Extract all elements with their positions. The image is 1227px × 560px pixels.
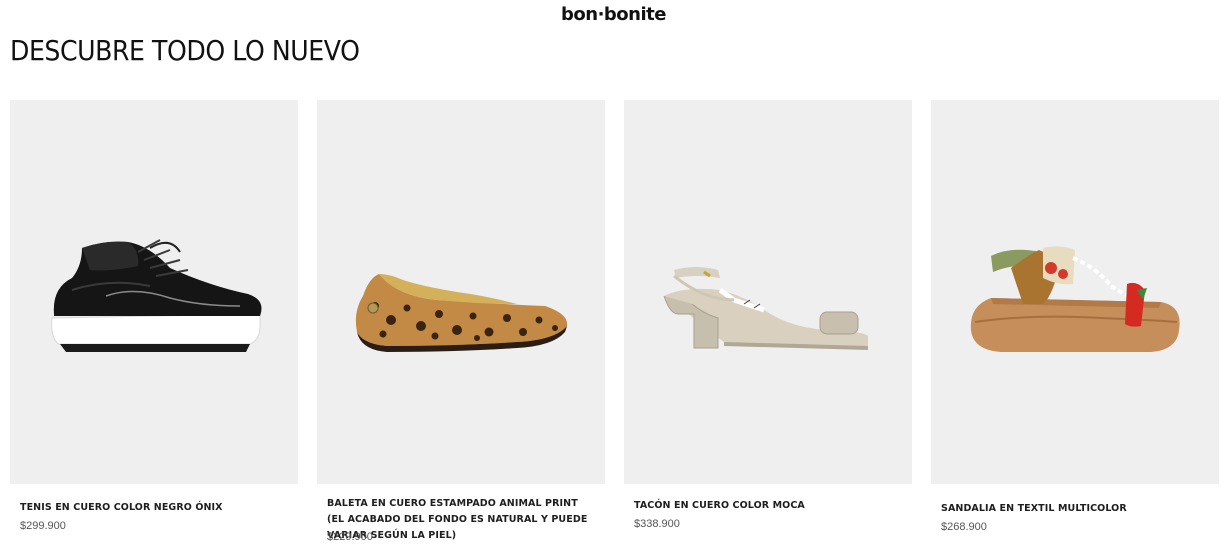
product-card[interactable]: SANDALIA EN TEXTIL MULTICOLOR $268.900 <box>931 100 1219 560</box>
product-name[interactable]: SANDALIA EN TEXTIL MULTICOLOR <box>941 501 1209 517</box>
product-card[interactable]: TENIS EN CUERO COLOR NEGRO ÓNIX $299.900 <box>10 100 298 560</box>
product-price: $229.900 <box>327 531 373 543</box>
brand-logo[interactable]: bon·bonite <box>0 4 1227 25</box>
product-image[interactable] <box>624 100 912 484</box>
product-image[interactable] <box>317 100 605 484</box>
page-title: DESCUBRE TODO LO NUEVO <box>10 34 360 67</box>
product-price: $299.900 <box>20 520 66 532</box>
black-leather-sneaker-icon <box>51 239 262 352</box>
product-name[interactable]: TACÓN EN CUERO COLOR MOCA <box>634 498 902 514</box>
product-card[interactable]: TACÓN EN CUERO COLOR MOCA $338.900 <box>624 100 912 560</box>
beige-slingback-heel-icon <box>663 267 868 350</box>
product-grid: TENIS EN CUERO COLOR NEGRO ÓNIX $299.900… <box>10 100 1220 560</box>
product-name[interactable]: TENIS EN CUERO COLOR NEGRO ÓNIX <box>20 500 288 516</box>
product-card[interactable]: BALETA EN CUERO ESTAMPADO ANIMAL PRINT (… <box>317 100 605 560</box>
product-price: $268.900 <box>941 521 987 533</box>
leopard-print-flat-icon <box>355 274 568 352</box>
product-image[interactable] <box>931 100 1219 484</box>
product-image[interactable] <box>10 100 298 484</box>
product-price: $338.900 <box>634 518 680 530</box>
multicolor-platform-sandal-icon <box>970 246 1180 352</box>
